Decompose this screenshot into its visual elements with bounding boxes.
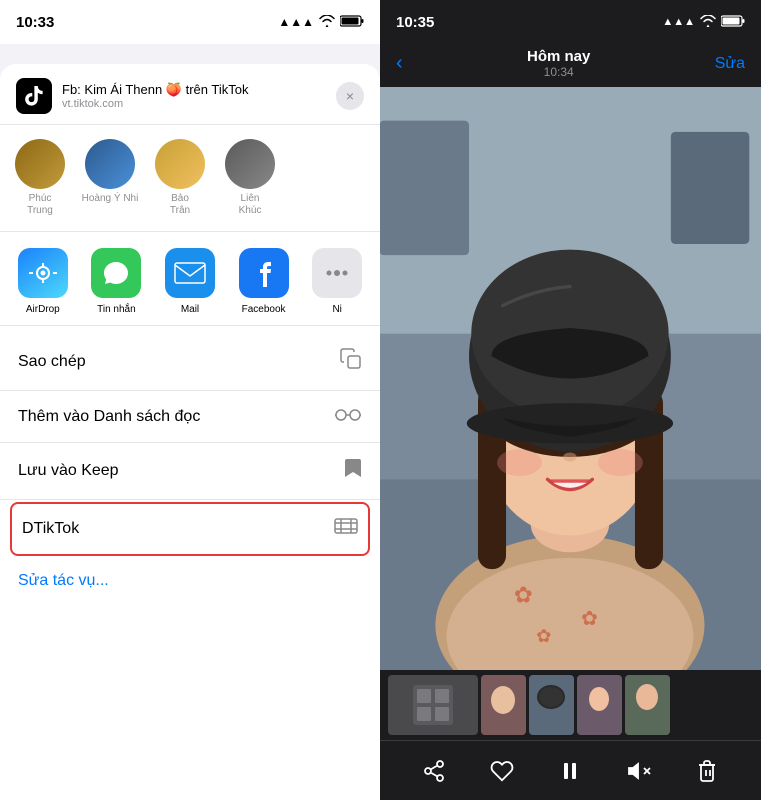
action-copy[interactable]: Sao chép	[0, 334, 380, 391]
photo-svg: ✿ ✿ ✿	[380, 87, 761, 670]
contact-avatar	[85, 139, 135, 189]
thumbnail-item[interactable]	[388, 675, 478, 735]
thumbnail-item[interactable]	[529, 675, 574, 735]
right-header: ‹ Hôm nay 10:34 Sửa	[380, 44, 761, 87]
app-label-facebook: Facebook	[242, 304, 286, 315]
signal-icon-right: ▲▲▲	[662, 16, 695, 28]
thumbnail-item[interactable]	[625, 675, 670, 735]
app-label-messages: Tin nhắn	[97, 304, 136, 315]
share-url: vt.tiktok.com	[62, 98, 326, 110]
app-item-other[interactable]: Ni	[304, 248, 370, 315]
mute-button[interactable]	[621, 753, 657, 789]
glasses-icon	[334, 405, 362, 428]
signal-icon: ▲▲▲	[278, 15, 314, 29]
contact-item[interactable]: Hoàng Ý Nhi	[80, 139, 140, 217]
app-item-facebook[interactable]: Facebook	[231, 248, 297, 315]
airdrop-icon	[18, 248, 68, 298]
header-date: Hôm nay	[527, 48, 590, 65]
action-copy-label: Sao chép	[18, 353, 86, 371]
share-title: Fb: Kim Ái Thenn 🍑 trên TikTok	[62, 82, 326, 98]
share-header: Fb: Kim Ái Thenn 🍑 trên TikTok vt.tiktok…	[0, 64, 380, 125]
contact-item[interactable]: BảoTrân	[150, 139, 210, 217]
edit-actions-label: Sửa tác vụ...	[18, 572, 109, 589]
facebook-app-icon	[239, 248, 289, 298]
thumbnail-strip	[380, 670, 761, 740]
mail-app-icon	[165, 248, 215, 298]
thumbnail-item[interactable]	[577, 675, 622, 735]
contact-item[interactable]: LiênKhúc	[220, 139, 280, 217]
app-label-mail: Mail	[181, 304, 199, 315]
edit-button[interactable]: Sửa	[715, 55, 745, 73]
other-app-icon	[312, 248, 362, 298]
photo-main: ✿ ✿ ✿	[380, 87, 761, 670]
contact-name: LiênKhúc	[239, 193, 262, 217]
copy-icon	[340, 348, 362, 376]
share-header-text: Fb: Kim Ái Thenn 🍑 trên TikTok vt.tiktok…	[62, 82, 326, 110]
contact-avatar	[225, 139, 275, 189]
contact-name: PhúcTrung	[27, 193, 53, 217]
back-button[interactable]: ‹	[396, 52, 403, 75]
battery-icon-right	[721, 14, 745, 31]
time-right: 10:35	[396, 14, 434, 31]
film-icon	[334, 516, 358, 542]
close-icon: ×	[346, 88, 354, 104]
action-list: Sao chép Thêm vào Danh sách đọc	[0, 326, 380, 800]
app-label-other: Ni	[332, 304, 341, 315]
action-keep-label: Lưu vào Keep	[18, 462, 119, 480]
header-time: 10:34	[527, 65, 590, 79]
status-icons-left: ▲▲▲	[278, 15, 364, 30]
app-item-airdrop[interactable]: AirDrop	[10, 248, 76, 315]
contact-item[interactable]: PhúcTrung	[10, 139, 70, 217]
apps-row: AirDrop Tin nhắn Mail	[0, 232, 380, 326]
contact-avatar	[155, 139, 205, 189]
action-dtiktok[interactable]: DTikTok	[10, 502, 370, 556]
app-item-messages[interactable]: Tin nhắn	[84, 248, 150, 315]
tiktok-app-icon	[16, 78, 52, 114]
thumbnail-item[interactable]	[481, 675, 526, 735]
bottom-toolbar	[380, 740, 761, 800]
phone-right: 10:35 ▲▲▲ ‹ Hôm nay 10:	[380, 0, 761, 800]
app-label-airdrop: AirDrop	[26, 304, 60, 315]
bookmark-icon	[344, 457, 362, 485]
close-button[interactable]: ×	[336, 82, 364, 110]
edit-actions[interactable]: Sửa tác vụ...	[0, 558, 380, 604]
share-icon	[422, 759, 446, 783]
share-button[interactable]	[416, 753, 452, 789]
wifi-icon-right	[700, 14, 716, 31]
contacts-row: PhúcTrung Hoàng Ý Nhi BảoTrân LiênKhúc	[0, 125, 380, 232]
status-icons-right: ▲▲▲	[662, 14, 745, 31]
svg-text:✿: ✿	[581, 608, 598, 630]
status-bar-right: 10:35 ▲▲▲	[380, 0, 761, 44]
share-sheet: Fb: Kim Ái Thenn 🍑 trên TikTok vt.tiktok…	[0, 64, 380, 800]
action-reading-label: Thêm vào Danh sách đọc	[18, 408, 200, 426]
contact-name: BảoTrân	[170, 193, 190, 217]
svg-text:✿: ✿	[536, 626, 551, 646]
contact-avatar	[15, 139, 65, 189]
action-dtiktok-label: DTikTok	[22, 520, 79, 538]
trash-icon	[696, 759, 718, 783]
action-keep[interactable]: Lưu vào Keep	[0, 443, 380, 500]
mute-icon	[627, 759, 651, 783]
app-item-mail[interactable]: Mail	[157, 248, 223, 315]
svg-text:✿: ✿	[514, 583, 533, 608]
heart-button[interactable]	[484, 753, 520, 789]
status-bar-left: 10:33 ▲▲▲	[0, 0, 380, 44]
heart-icon	[490, 759, 514, 783]
pause-button[interactable]	[552, 753, 588, 789]
wifi-icon	[319, 15, 335, 30]
battery-icon	[340, 15, 364, 30]
phone-left: 10:33 ▲▲▲	[0, 0, 380, 800]
messages-icon	[91, 248, 141, 298]
pause-icon	[558, 759, 582, 783]
action-reading-list[interactable]: Thêm vào Danh sách đọc	[0, 391, 380, 443]
trash-button[interactable]	[689, 753, 725, 789]
header-center: Hôm nay 10:34	[527, 48, 590, 79]
photo-container: ✿ ✿ ✿	[380, 87, 761, 670]
contact-name: Hoàng Ý Nhi	[82, 193, 139, 205]
time-left: 10:33	[16, 14, 54, 31]
